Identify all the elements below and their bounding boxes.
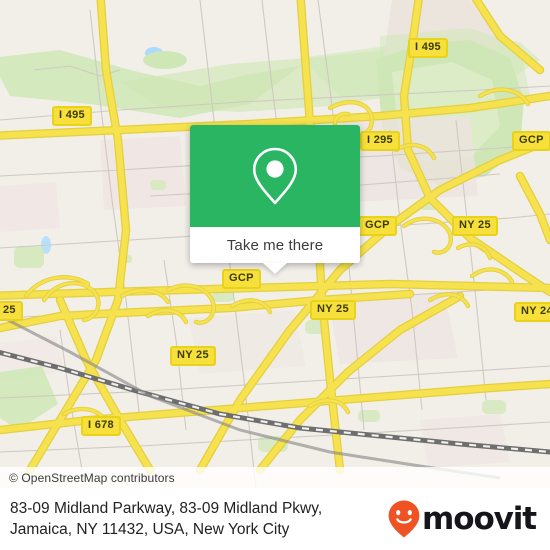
bottom-info-bar: 83-09 Midland Parkway, 83-09 Midland Pkw… [0,488,550,550]
shield-ny-25-south: NY 25 [170,346,216,366]
moovit-wordmark: moovit [422,501,537,537]
moovit-logo[interactable]: moovit [387,499,550,539]
take-me-there-button[interactable]: Take me there [227,237,323,254]
popup-pointer-tip [263,263,287,274]
shield-ny-25-center: NY 25 [310,300,356,320]
shield-i-678: I 678 [81,416,121,436]
shield-i-295: I 295 [360,131,400,151]
shield-gcp-northeast: GCP [512,131,550,151]
map-pin-icon [252,147,298,205]
popup-footer[interactable]: Take me there [190,227,360,274]
shield-gcp-east: GCP [358,216,397,236]
address-line-1: 83-09 Midland Parkway, 83-09 Midland Pkw… [10,500,323,517]
shield-i-495-west: I 495 [52,106,92,126]
address-block: 83-09 Midland Parkway, 83-09 Midland Pkw… [0,498,322,540]
moovit-pin-smile-icon [388,500,420,538]
moovit-location-screenshot: I 495 I 495 I 295 GCP GCP NY 25 GCP NY 25 NY 24 2… [0,0,550,550]
location-popup-card[interactable]: Take me there [190,125,360,274]
popup-header [190,125,360,227]
shield-i-495-east: I 495 [408,38,448,58]
shield-ny-24: NY 24 [514,302,550,322]
address-line-2: Jamaica, NY 11432, USA, New York City [10,521,290,538]
shield-gcp-center: GCP [222,269,261,289]
map-attribution-bar: © OpenStreetMap contributors [0,467,550,488]
shield-25-westedge: 25 [0,301,23,321]
shield-ny-25-east: NY 25 [452,216,498,236]
osm-attribution-text[interactable]: © OpenStreetMap contributors [0,471,175,485]
